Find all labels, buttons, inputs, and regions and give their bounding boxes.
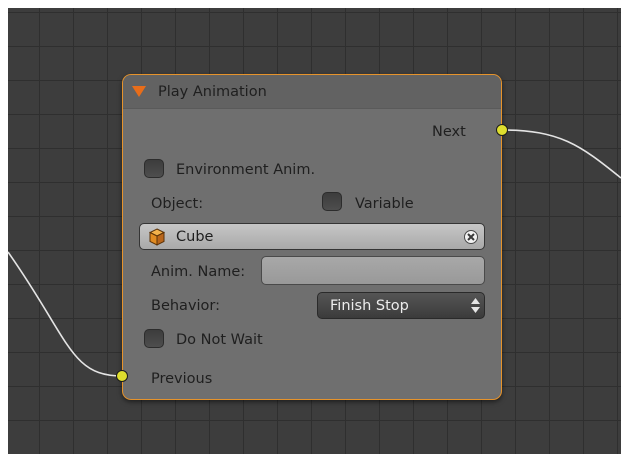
cube-icon <box>148 228 166 246</box>
environment-anim-label: Environment Anim. <box>176 162 316 178</box>
object-label: Object: <box>151 196 204 212</box>
behavior-label: Behavior: <box>151 298 221 314</box>
previous-input-socket[interactable] <box>116 370 128 382</box>
previous-input-label: Previous <box>151 371 213 387</box>
triangle-down-icon[interactable] <box>132 86 146 97</box>
node-header[interactable]: Play Animation <box>123 75 501 109</box>
environment-anim-checkbox[interactable] <box>144 159 164 178</box>
next-output-label: Next <box>432 124 466 140</box>
next-output-socket[interactable] <box>496 124 508 136</box>
x-circle-icon[interactable] <box>463 229 479 245</box>
behavior-selected-value: Finish Stop <box>330 298 409 314</box>
anim-name-input[interactable] <box>261 256 485 285</box>
behavior-dropdown[interactable]: Finish Stop <box>317 292 485 319</box>
object-value: Cube <box>176 229 214 245</box>
object-selector[interactable]: Cube <box>139 223 485 250</box>
variable-checkbox[interactable] <box>322 192 342 211</box>
do-not-wait-checkbox[interactable] <box>144 329 164 348</box>
play-animation-node[interactable]: Play Animation Next Environment Anim. Ob… <box>122 74 502 400</box>
do-not-wait-label: Do Not Wait <box>176 332 263 348</box>
variable-label: Variable <box>355 196 414 212</box>
up-down-spinner-icon <box>471 298 480 313</box>
anim-name-label: Anim. Name: <box>151 264 246 280</box>
node-title: Play Animation <box>158 84 267 100</box>
